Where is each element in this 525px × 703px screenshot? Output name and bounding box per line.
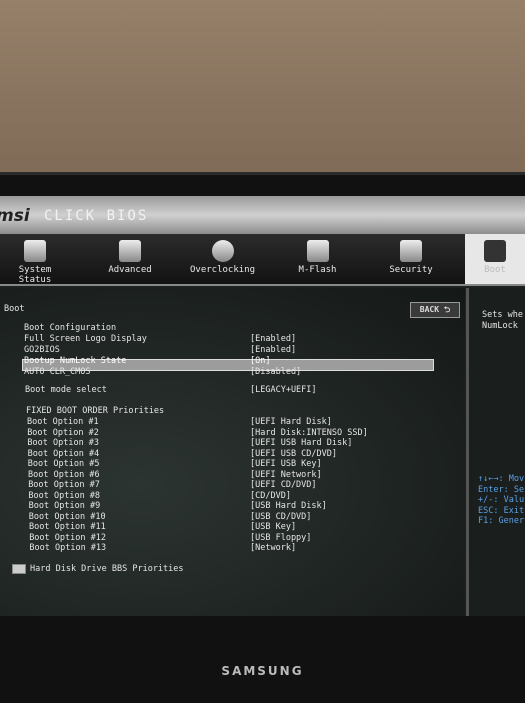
tab-advanced[interactable]: Advanced <box>95 234 165 284</box>
tab-security[interactable]: Security <box>380 234 442 284</box>
monitor-brand: SAMSUNG <box>221 664 304 678</box>
section-heading: FIXED BOOT ORDER Priorities <box>26 406 165 416</box>
header-bar: msi CLICK BIOS <box>0 196 525 234</box>
boot-option-label[interactable]: Boot Option #8 <box>28 491 100 501</box>
tab-label: System Status <box>18 265 52 285</box>
key-hint: ESC: Exit <box>478 505 525 516</box>
boot-option-label[interactable]: Boot Option #6 <box>28 470 100 480</box>
setting-value[interactable]: [Enabled] <box>250 345 296 355</box>
wall-background <box>0 0 525 178</box>
boot-option-value[interactable]: [CD/DVD] <box>250 491 291 501</box>
boot-option-label[interactable]: Boot Option #10 <box>29 512 106 522</box>
submenu-hdd-bbs[interactable]: Hard Disk Drive BBS Priorities <box>30 564 184 574</box>
tab-label: Advanced <box>108 265 152 275</box>
boot-option-value[interactable]: [Hard Disk:INTENSO SSD] <box>250 428 368 438</box>
tab-boot[interactable]: Boot <box>465 234 525 284</box>
key-hint: Enter: Se <box>478 484 525 495</box>
boot-option-label[interactable]: Boot Option #13 <box>29 543 106 553</box>
gauge-icon <box>211 240 234 262</box>
product-title: CLICK BIOS <box>44 208 149 224</box>
tab-label: Overclocking <box>189 265 256 275</box>
setting-label[interactable]: Full Screen Logo Display <box>24 334 147 344</box>
settings-panel: Boot BACK ⮌ Boot Configuration Full Scre… <box>0 288 465 616</box>
key-hint: +/-: Valu <box>478 495 525 505</box>
boot-mode-label[interactable]: Boot mode select <box>25 385 107 395</box>
help-panel: Sets whe NumLock ↑↓←→: Mov Enter: Se +/-: … <box>466 288 525 616</box>
help-text: NumLock <box>482 321 518 331</box>
help-text: Sets whe <box>482 310 523 320</box>
lock-icon <box>400 240 422 262</box>
usb-bios-icon <box>306 240 329 262</box>
section-heading: Boot Configuration <box>24 323 117 333</box>
boot-option-label[interactable]: Boot Option #2 <box>27 428 99 438</box>
tab-m-flash[interactable]: M-Flash <box>285 234 350 284</box>
boot-option-value[interactable]: [USB Hard Disk] <box>250 501 327 511</box>
key-hint: F1: Gener <box>478 516 525 526</box>
boot-option-value[interactable]: [USB Floppy] <box>250 533 311 543</box>
setting-value[interactable]: [Enabled] <box>250 334 296 344</box>
tab-bar: System Status Advanced Overclocking M-Fl… <box>0 234 525 286</box>
tab-label: Security <box>389 265 433 275</box>
boot-option-value[interactable]: [USB Key] <box>250 522 296 532</box>
sliders-icon <box>119 240 141 262</box>
boot-option-value[interactable]: [UEFI CD/DVD] <box>250 480 317 490</box>
boot-icon <box>484 240 506 262</box>
page-title: Boot <box>4 304 25 314</box>
tab-label: M-Flash <box>298 265 337 275</box>
key-hint: ↑↓←→: Mov <box>478 474 525 484</box>
boot-option-label[interactable]: Boot Option #4 <box>28 449 100 459</box>
tab-label: Boot <box>484 265 506 275</box>
setting-label[interactable]: GO2BIOS <box>24 345 60 355</box>
boot-option-value[interactable]: [UEFI USB CD/DVD] <box>250 449 337 459</box>
boot-option-value[interactable]: [UEFI USB Hard Disk] <box>250 438 352 448</box>
submenu-icon <box>12 564 26 574</box>
boot-option-label[interactable]: Boot Option #12 <box>29 533 106 543</box>
boot-option-label[interactable]: Boot Option #11 <box>29 522 106 532</box>
boot-option-label[interactable]: Boot Option #9 <box>29 501 101 511</box>
boot-option-value[interactable]: [USB CD/DVD] <box>250 512 311 522</box>
setting-value[interactable]: [Disabled] <box>250 367 301 377</box>
boot-option-label[interactable]: Boot Option #1 <box>27 417 99 427</box>
msi-logo: msi <box>0 206 30 226</box>
tab-overclocking[interactable]: Overclocking <box>185 234 260 284</box>
setting-label[interactable]: AUTO CLR_CMOS <box>24 367 91 377</box>
bios-screen: msi CLICK BIOS System Status Advanced Ov… <box>0 196 525 616</box>
setting-value[interactable]: [On] <box>250 356 270 366</box>
boot-option-label[interactable]: Boot Option #5 <box>28 459 100 469</box>
boot-option-value[interactable]: [UEFI USB Key] <box>250 459 322 469</box>
boot-option-value[interactable]: [Network] <box>250 543 296 553</box>
boot-mode-value[interactable]: [LEGACY+UEFI] <box>250 385 317 395</box>
boot-option-value[interactable]: [UEFI Network] <box>250 470 322 480</box>
boot-option-label[interactable]: Boot Option #3 <box>27 438 99 448</box>
back-button[interactable]: BACK ⮌ <box>410 302 460 318</box>
boot-option-label[interactable]: Boot Option #7 <box>28 480 100 490</box>
monitor-icon <box>24 240 46 262</box>
boot-option-value[interactable]: [UEFI Hard Disk] <box>250 417 332 427</box>
setting-label[interactable]: Bootup NumLock State <box>24 356 126 366</box>
tab-system-status[interactable]: System Status <box>0 234 70 285</box>
